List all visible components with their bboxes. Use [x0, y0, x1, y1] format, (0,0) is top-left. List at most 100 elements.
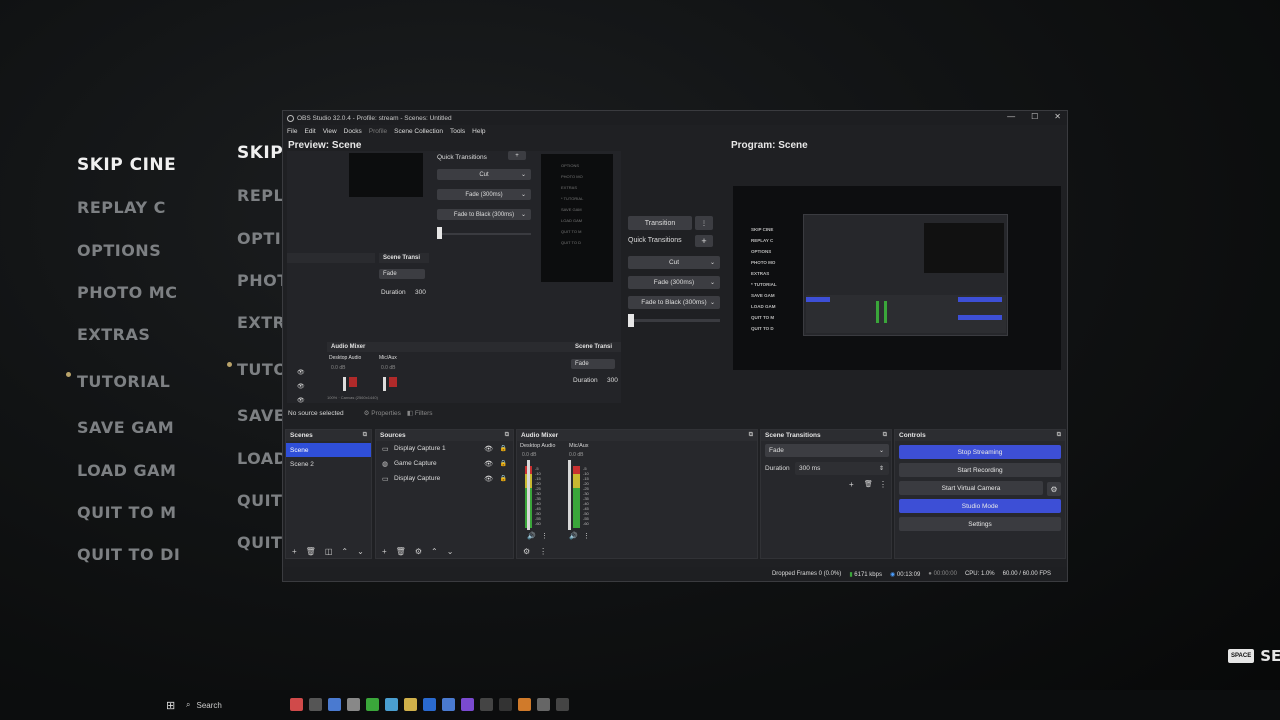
app-icon[interactable] — [461, 698, 474, 711]
lock-icon[interactable]: 🔒 — [500, 475, 507, 482]
taskbar-search[interactable]: ⌕ Search — [180, 696, 290, 714]
nested-tbar-handle[interactable] — [437, 227, 442, 239]
fade-button[interactable]: Fade (300ms) ⌄ — [628, 276, 720, 289]
menu-item-extras[interactable]: EXTRAS — [77, 325, 150, 344]
add-transition-icon[interactable]: + — [849, 480, 854, 489]
app-icon[interactable] — [309, 698, 322, 711]
nested-slider-1[interactable] — [343, 377, 346, 391]
app-icon[interactable] — [423, 698, 436, 711]
transition-button[interactable]: Transition — [628, 216, 692, 230]
menu-item-options[interactable]: OPTIONS — [77, 241, 161, 260]
lock-icon[interactable]: 🔒 — [500, 460, 507, 467]
transition-menu-icon[interactable]: ⋮ — [879, 480, 887, 489]
windows-start-icon[interactable]: ⊞ — [166, 699, 175, 712]
start-recording-button[interactable]: Start Recording — [899, 463, 1061, 477]
app-icon[interactable] — [556, 698, 569, 711]
nested-fade-black-button[interactable]: Fade to Black (300ms) ⌄ — [437, 209, 531, 220]
source-settings-icon[interactable]: ⚙ — [415, 547, 422, 556]
menu-item-quit-menu[interactable]: QUIT TO M — [77, 503, 177, 522]
app-icon[interactable] — [290, 698, 303, 711]
move-up-icon[interactable]: ⌃ — [431, 547, 438, 556]
properties-button[interactable]: ⚙ Properties — [364, 409, 401, 417]
source-item[interactable]: ▭ Display Capture 1 👁 🔒 — [376, 441, 513, 456]
move-up-icon[interactable]: ⌃ — [341, 547, 348, 556]
menu-item-skip[interactable]: SKIP CINE — [77, 155, 176, 175]
dock-popout-icon[interactable]: ⧉ — [1057, 432, 1061, 439]
menu-view[interactable]: View — [323, 128, 337, 135]
folder-icon[interactable] — [404, 698, 417, 711]
nested-fade-select-2[interactable]: Fade — [571, 359, 615, 369]
more-icon[interactable]: ⋮ — [583, 532, 590, 540]
close-icon[interactable]: ✕ — [1054, 112, 1061, 121]
studio-mode-button[interactable]: Studio Mode — [899, 499, 1061, 513]
remove-scene-icon[interactable]: 🗑 — [306, 547, 316, 556]
menu-file[interactable]: File — [287, 128, 297, 135]
app-icon[interactable] — [347, 698, 360, 711]
visibility-icon[interactable]: 👁 — [484, 475, 493, 483]
menu-item-save[interactable]: SAVE GAM — [77, 418, 174, 437]
scene-item[interactable]: Scene — [286, 443, 371, 457]
dock-popout-icon[interactable]: ⧉ — [749, 432, 753, 439]
maximize-icon[interactable]: ☐ — [1031, 112, 1038, 121]
mic-aux-slider[interactable] — [568, 460, 571, 530]
source-item[interactable]: ▭ Display Capture 👁 🔒 — [376, 471, 513, 486]
desktop-audio-slider[interactable] — [527, 460, 530, 530]
preview-canvas[interactable]: OPTIONS PHOTO MO EXTRAS * TUTORIAL SAVE GAM L… — [287, 151, 621, 403]
add-scene-icon[interactable]: + — [292, 547, 297, 556]
scene-item[interactable]: Scene 2 — [286, 457, 371, 471]
title-bar[interactable]: OBS Studio 32.0.4 - Profile: stream - Sc… — [283, 111, 1067, 125]
menu-profile[interactable]: Profile — [369, 128, 387, 135]
dock-popout-icon[interactable]: ⧉ — [505, 432, 509, 439]
virtual-camera-settings-icon[interactable]: ⚙ — [1047, 482, 1061, 496]
move-down-icon[interactable]: ⌄ — [447, 547, 454, 556]
menu-tools[interactable]: Tools — [450, 128, 465, 135]
transition-more-icon[interactable]: ⋮ — [695, 216, 713, 230]
filters-button[interactable]: ◧ Filters — [407, 409, 433, 417]
add-source-icon[interactable]: + — [382, 547, 387, 556]
mixer-menu-icon[interactable]: ⋮ — [539, 547, 547, 556]
dock-popout-icon[interactable]: ⧉ — [883, 432, 887, 439]
menu-item-load[interactable]: LOAD GAM — [77, 461, 176, 480]
minimize-icon[interactable]: — — [1007, 112, 1015, 121]
fade-black-button[interactable]: Fade to Black (300ms) ⌄ — [628, 296, 720, 309]
app-icon[interactable] — [385, 698, 398, 711]
speaker-icon[interactable]: 🔊 — [527, 532, 536, 540]
nested-add-icon[interactable]: + — [508, 151, 526, 160]
obs-taskbar-icon[interactable] — [537, 698, 550, 711]
menu-item-photo[interactable]: PHOTO MC — [77, 283, 177, 302]
nested-cut-button[interactable]: Cut ⌄ — [437, 169, 531, 180]
menu-scene-collection[interactable]: Scene Collection — [394, 128, 443, 135]
dock-popout-icon[interactable]: ⧉ — [363, 432, 367, 439]
nested-fade-select[interactable]: Fade — [379, 269, 425, 279]
remove-source-icon[interactable]: 🗑 — [396, 547, 406, 556]
add-quick-transition-icon[interactable]: + — [695, 235, 713, 247]
app-icon[interactable] — [442, 698, 455, 711]
remove-transition-icon[interactable]: 🗑 — [864, 480, 873, 488]
advanced-audio-icon[interactable]: ⚙ — [523, 547, 530, 556]
lock-icon[interactable]: 🔒 — [500, 445, 507, 452]
menu-item-quit-desktop[interactable]: QUIT TO DI — [77, 545, 180, 564]
nested-fade-button[interactable]: Fade (300ms) ⌄ — [437, 189, 531, 200]
app-icon[interactable] — [480, 698, 493, 711]
app-icon[interactable] — [518, 698, 531, 711]
stop-streaming-button[interactable]: Stop Streaming — [899, 445, 1061, 459]
menu-item-tutorial[interactable]: TUTORIAL — [77, 372, 170, 391]
app-icon[interactable] — [328, 698, 341, 711]
move-down-icon[interactable]: ⌄ — [357, 547, 364, 556]
source-item[interactable]: ◍ Game Capture 👁 🔒 — [376, 456, 513, 471]
cut-button[interactable]: Cut ⌄ — [628, 256, 720, 269]
tbar-handle[interactable] — [628, 314, 634, 327]
menu-edit[interactable]: Edit — [304, 128, 315, 135]
app-icon[interactable] — [499, 698, 512, 711]
start-virtual-camera-button[interactable]: Start Virtual Camera — [899, 481, 1043, 495]
visibility-icon[interactable]: 👁 — [484, 445, 493, 453]
settings-button[interactable]: Settings — [899, 517, 1061, 531]
visibility-icon[interactable]: 👁 — [484, 460, 493, 468]
menu-help[interactable]: Help — [472, 128, 485, 135]
scene-filter-icon[interactable]: ◫ — [325, 547, 333, 556]
nested-slider-2[interactable] — [383, 377, 386, 391]
app-icon[interactable] — [366, 698, 379, 711]
speaker-icon[interactable]: 🔊 — [569, 532, 578, 540]
duration-input[interactable]: 300 ms ⇕ — [795, 462, 889, 475]
transition-select[interactable]: Fade ⌄ — [765, 444, 889, 457]
